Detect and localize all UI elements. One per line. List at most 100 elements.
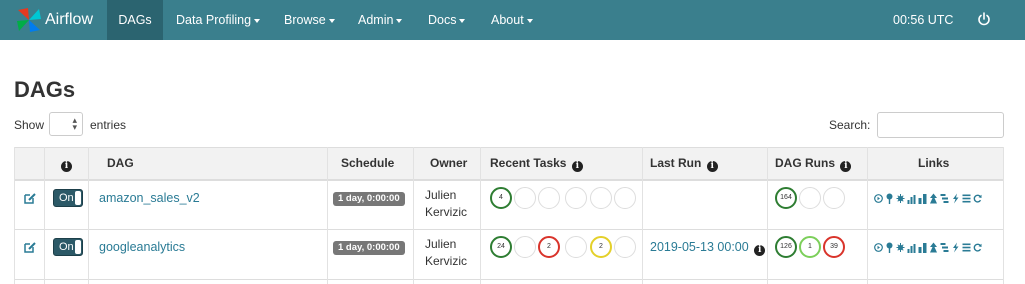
column-divider [413,147,414,284]
gantt-icon[interactable] [940,193,949,204]
info-icon[interactable]: i [754,245,766,256]
task-status-up-for-retry[interactable]: 2 [590,236,612,258]
logs-icon[interactable] [962,193,971,204]
nav-data-profiling-label: Data Profiling [176,13,252,27]
task-tries-icon[interactable] [918,242,927,253]
tree-view-icon[interactable] [885,242,894,253]
table-border [1003,147,1004,284]
nav-browse-label: Browse [284,13,326,27]
header-last-run-label: Last Run [650,156,702,170]
header-links: Links [918,156,950,170]
task-status-circle[interactable] [514,187,536,209]
tree-view-icon[interactable] [885,193,894,204]
task-status-circle[interactable] [538,187,560,209]
dag-link[interactable]: amazon_sales_v2 [99,191,200,205]
dag-link[interactable]: googleanalytics [99,240,185,254]
refresh-icon[interactable] [973,193,982,204]
dag-run-success[interactable]: 126 [775,236,797,258]
task-status-circle[interactable] [565,236,587,258]
nav-browse[interactable]: Browse [284,0,335,40]
gantt-icon[interactable] [940,242,949,253]
task-status-failed[interactable]: 2 [538,236,560,258]
nav-docs-label: Docs [428,13,457,27]
last-run-link[interactable]: 2019-05-13 00:00 [650,240,749,254]
owner-cell: Julien Kervizic [425,236,485,270]
edit-icon[interactable] [24,192,36,204]
search-input[interactable] [877,112,1004,138]
dag-run-failed[interactable]: 39 [823,236,845,258]
graph-view-icon[interactable] [896,242,905,253]
info-icon[interactable]: i [571,161,583,172]
column-divider [88,147,89,284]
nav-docs[interactable]: Docs [428,0,466,40]
caret-down-icon [526,18,533,23]
owner-first-name: Julien [425,188,457,202]
nav-admin-label: Admin [358,13,394,27]
header-dag-runs: DAG Runs i [775,156,852,172]
landing-times-icon[interactable] [929,193,938,204]
duration-chart-icon[interactable] [907,193,916,204]
select-arrows-icon: ▴ ▾ [72,115,77,132]
task-status-success[interactable]: 24 [490,236,512,258]
trigger-dag-icon[interactable] [874,242,883,253]
show-label: Show [14,118,45,132]
toggle-knob [75,240,81,254]
power-icon[interactable] [977,12,991,26]
task-tries-icon[interactable] [918,193,927,204]
entries-label: entries [90,118,127,132]
dag-run-circle[interactable] [799,187,821,209]
dag-on-off-toggle[interactable]: On [53,189,83,207]
task-status-circle[interactable] [565,187,587,209]
header-recent-tasks: Recent Tasks i [490,156,583,172]
info-icon[interactable]: i [61,161,72,172]
landing-times-icon[interactable] [929,242,938,253]
column-divider [867,147,868,284]
task-status-circle[interactable] [614,187,636,209]
info-icon[interactable]: i [706,161,718,172]
dag-run-running[interactable]: 1 [799,236,821,258]
header-owner[interactable]: Owner [430,156,467,170]
code-view-icon[interactable] [951,242,960,253]
header-dag-runs-label: DAG Runs [775,156,835,170]
nav-admin[interactable]: Admin [358,0,403,40]
nav-about[interactable]: About [491,0,533,40]
code-view-icon[interactable] [951,193,960,204]
graph-view-icon[interactable] [896,193,905,204]
column-divider [327,147,328,284]
header-schedule[interactable]: Schedule [341,156,394,170]
caret-down-icon [396,18,403,23]
airflow-brand[interactable]: Airflow [16,6,93,34]
owner-last-name: Kervizic [425,205,468,219]
dag-links [874,240,982,254]
refresh-icon[interactable] [973,242,982,253]
toggle-label: On [59,192,74,204]
column-divider [44,147,45,284]
dag-run-success[interactable]: 164 [775,187,797,209]
nav-dags[interactable]: DAGs [107,0,163,40]
table-row [14,230,1004,280]
logs-icon[interactable] [962,242,971,253]
trigger-dag-icon[interactable] [874,193,883,204]
owner-first-name: Julien [425,237,457,251]
dag-on-off-toggle[interactable]: On [53,238,83,256]
task-status-success[interactable]: 4 [490,187,512,209]
table-border [14,147,15,284]
dag-run-circle[interactable] [823,187,845,209]
info-icon[interactable]: i [840,161,852,172]
header-recent-tasks-label: Recent Tasks [490,156,567,170]
search-label: Search: [829,118,871,132]
schedule-badge: 1 day, 0:00:00 [333,192,405,206]
entries-select[interactable]: ▴ ▾ [49,112,83,136]
toggle-knob [75,191,81,205]
last-run-cell: 2019-05-13 00:00 i [650,240,766,256]
task-status-circle[interactable] [614,236,636,258]
column-divider [642,147,643,284]
owner-last-name: Kervizic [425,254,468,268]
header-dag[interactable]: DAG [107,156,134,170]
duration-chart-icon[interactable] [907,242,916,253]
nav-data-profiling[interactable]: Data Profiling [176,0,261,40]
task-status-circle[interactable] [514,236,536,258]
edit-icon[interactable] [24,241,36,253]
task-status-circle[interactable] [590,187,612,209]
airflow-logo-icon [17,8,41,32]
